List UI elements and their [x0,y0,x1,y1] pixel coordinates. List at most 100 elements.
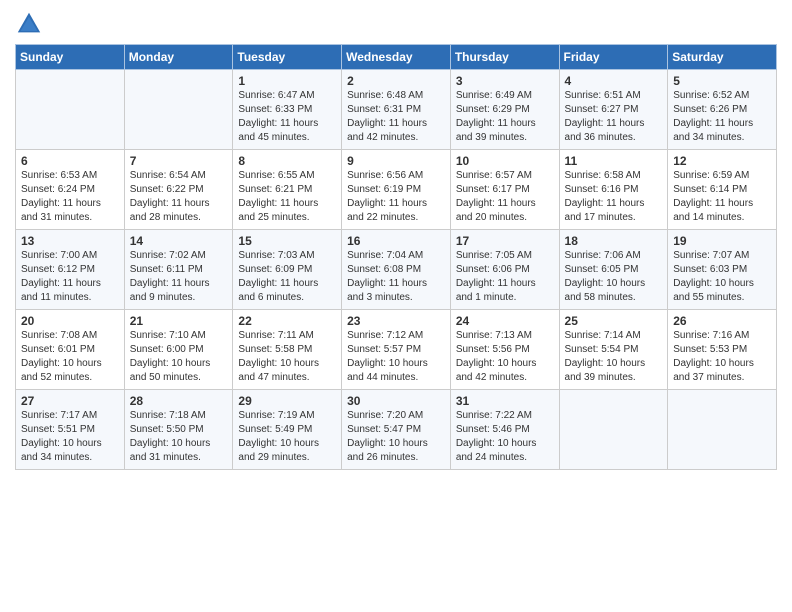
calendar-cell: 12Sunrise: 6:59 AM Sunset: 6:14 PM Dayli… [668,150,777,230]
cell-day-number: 11 [565,154,664,168]
cell-day-number: 28 [130,394,229,408]
day-header-friday: Friday [559,45,668,70]
cell-day-number: 7 [130,154,229,168]
cell-info: Sunrise: 7:17 AM Sunset: 5:51 PM Dayligh… [21,409,120,465]
cell-day-number: 25 [565,314,664,328]
cell-day-number: 9 [347,154,446,168]
calendar-week-5: 27Sunrise: 7:17 AM Sunset: 5:51 PM Dayli… [16,390,777,470]
calendar-cell: 13Sunrise: 7:00 AM Sunset: 6:12 PM Dayli… [16,230,125,310]
calendar-cell: 7Sunrise: 6:54 AM Sunset: 6:22 PM Daylig… [124,150,233,230]
calendar-cell: 22Sunrise: 7:11 AM Sunset: 5:58 PM Dayli… [233,310,342,390]
cell-info: Sunrise: 7:10 AM Sunset: 6:00 PM Dayligh… [130,329,229,385]
calendar-cell: 30Sunrise: 7:20 AM Sunset: 5:47 PM Dayli… [342,390,451,470]
cell-info: Sunrise: 7:03 AM Sunset: 6:09 PM Dayligh… [238,249,337,305]
cell-info: Sunrise: 7:11 AM Sunset: 5:58 PM Dayligh… [238,329,337,385]
cell-day-number: 4 [565,74,664,88]
cell-day-number: 13 [21,234,120,248]
cell-day-number: 1 [238,74,337,88]
calendar-cell: 14Sunrise: 7:02 AM Sunset: 6:11 PM Dayli… [124,230,233,310]
cell-info: Sunrise: 6:47 AM Sunset: 6:33 PM Dayligh… [238,89,337,145]
cell-day-number: 19 [673,234,772,248]
cell-info: Sunrise: 6:54 AM Sunset: 6:22 PM Dayligh… [130,169,229,225]
cell-day-number: 23 [347,314,446,328]
cell-info: Sunrise: 7:00 AM Sunset: 6:12 PM Dayligh… [21,249,120,305]
calendar-cell [16,70,125,150]
cell-day-number: 24 [456,314,555,328]
calendar-cell: 17Sunrise: 7:05 AM Sunset: 6:06 PM Dayli… [450,230,559,310]
cell-day-number: 17 [456,234,555,248]
calendar-cell: 21Sunrise: 7:10 AM Sunset: 6:00 PM Dayli… [124,310,233,390]
cell-info: Sunrise: 7:08 AM Sunset: 6:01 PM Dayligh… [21,329,120,385]
day-header-sunday: Sunday [16,45,125,70]
cell-info: Sunrise: 6:59 AM Sunset: 6:14 PM Dayligh… [673,169,772,225]
cell-info: Sunrise: 7:16 AM Sunset: 5:53 PM Dayligh… [673,329,772,385]
cell-info: Sunrise: 6:56 AM Sunset: 6:19 PM Dayligh… [347,169,446,225]
calendar-table: SundayMondayTuesdayWednesdayThursdayFrid… [15,44,777,470]
cell-info: Sunrise: 7:18 AM Sunset: 5:50 PM Dayligh… [130,409,229,465]
cell-day-number: 15 [238,234,337,248]
calendar-cell: 11Sunrise: 6:58 AM Sunset: 6:16 PM Dayli… [559,150,668,230]
cell-day-number: 10 [456,154,555,168]
cell-day-number: 30 [347,394,446,408]
calendar-cell [559,390,668,470]
logo-icon [15,10,43,38]
cell-day-number: 16 [347,234,446,248]
calendar-cell: 10Sunrise: 6:57 AM Sunset: 6:17 PM Dayli… [450,150,559,230]
calendar-cell: 25Sunrise: 7:14 AM Sunset: 5:54 PM Dayli… [559,310,668,390]
cell-info: Sunrise: 7:13 AM Sunset: 5:56 PM Dayligh… [456,329,555,385]
cell-info: Sunrise: 6:49 AM Sunset: 6:29 PM Dayligh… [456,89,555,145]
calendar-week-1: 1Sunrise: 6:47 AM Sunset: 6:33 PM Daylig… [16,70,777,150]
cell-info: Sunrise: 6:52 AM Sunset: 6:26 PM Dayligh… [673,89,772,145]
calendar-cell: 4Sunrise: 6:51 AM Sunset: 6:27 PM Daylig… [559,70,668,150]
cell-info: Sunrise: 6:57 AM Sunset: 6:17 PM Dayligh… [456,169,555,225]
cell-day-number: 5 [673,74,772,88]
cell-day-number: 6 [21,154,120,168]
calendar-cell: 28Sunrise: 7:18 AM Sunset: 5:50 PM Dayli… [124,390,233,470]
calendar-cell: 6Sunrise: 6:53 AM Sunset: 6:24 PM Daylig… [16,150,125,230]
cell-day-number: 12 [673,154,772,168]
calendar-cell: 31Sunrise: 7:22 AM Sunset: 5:46 PM Dayli… [450,390,559,470]
cell-info: Sunrise: 7:05 AM Sunset: 6:06 PM Dayligh… [456,249,555,305]
calendar-cell: 27Sunrise: 7:17 AM Sunset: 5:51 PM Dayli… [16,390,125,470]
calendar-cell: 2Sunrise: 6:48 AM Sunset: 6:31 PM Daylig… [342,70,451,150]
cell-day-number: 31 [456,394,555,408]
calendar-week-2: 6Sunrise: 6:53 AM Sunset: 6:24 PM Daylig… [16,150,777,230]
day-header-monday: Monday [124,45,233,70]
calendar-cell [668,390,777,470]
page-header [15,10,777,38]
cell-info: Sunrise: 6:48 AM Sunset: 6:31 PM Dayligh… [347,89,446,145]
calendar-cell: 29Sunrise: 7:19 AM Sunset: 5:49 PM Dayli… [233,390,342,470]
logo [15,10,47,38]
cell-day-number: 27 [21,394,120,408]
calendar-cell [124,70,233,150]
day-header-saturday: Saturday [668,45,777,70]
calendar-cell: 19Sunrise: 7:07 AM Sunset: 6:03 PM Dayli… [668,230,777,310]
calendar-cell: 18Sunrise: 7:06 AM Sunset: 6:05 PM Dayli… [559,230,668,310]
cell-info: Sunrise: 7:12 AM Sunset: 5:57 PM Dayligh… [347,329,446,385]
calendar-cell: 23Sunrise: 7:12 AM Sunset: 5:57 PM Dayli… [342,310,451,390]
cell-day-number: 3 [456,74,555,88]
cell-day-number: 21 [130,314,229,328]
calendar-cell: 5Sunrise: 6:52 AM Sunset: 6:26 PM Daylig… [668,70,777,150]
cell-info: Sunrise: 7:02 AM Sunset: 6:11 PM Dayligh… [130,249,229,305]
cell-day-number: 26 [673,314,772,328]
calendar-week-4: 20Sunrise: 7:08 AM Sunset: 6:01 PM Dayli… [16,310,777,390]
calendar-cell: 9Sunrise: 6:56 AM Sunset: 6:19 PM Daylig… [342,150,451,230]
cell-day-number: 20 [21,314,120,328]
calendar-cell: 26Sunrise: 7:16 AM Sunset: 5:53 PM Dayli… [668,310,777,390]
cell-day-number: 29 [238,394,337,408]
cell-info: Sunrise: 6:53 AM Sunset: 6:24 PM Dayligh… [21,169,120,225]
cell-day-number: 2 [347,74,446,88]
calendar-cell: 3Sunrise: 6:49 AM Sunset: 6:29 PM Daylig… [450,70,559,150]
calendar-cell: 1Sunrise: 6:47 AM Sunset: 6:33 PM Daylig… [233,70,342,150]
cell-day-number: 14 [130,234,229,248]
cell-day-number: 22 [238,314,337,328]
cell-day-number: 18 [565,234,664,248]
cell-info: Sunrise: 7:22 AM Sunset: 5:46 PM Dayligh… [456,409,555,465]
cell-info: Sunrise: 7:20 AM Sunset: 5:47 PM Dayligh… [347,409,446,465]
calendar-week-3: 13Sunrise: 7:00 AM Sunset: 6:12 PM Dayli… [16,230,777,310]
cell-info: Sunrise: 7:06 AM Sunset: 6:05 PM Dayligh… [565,249,664,305]
calendar-cell: 24Sunrise: 7:13 AM Sunset: 5:56 PM Dayli… [450,310,559,390]
cell-info: Sunrise: 7:04 AM Sunset: 6:08 PM Dayligh… [347,249,446,305]
header-row: SundayMondayTuesdayWednesdayThursdayFrid… [16,45,777,70]
